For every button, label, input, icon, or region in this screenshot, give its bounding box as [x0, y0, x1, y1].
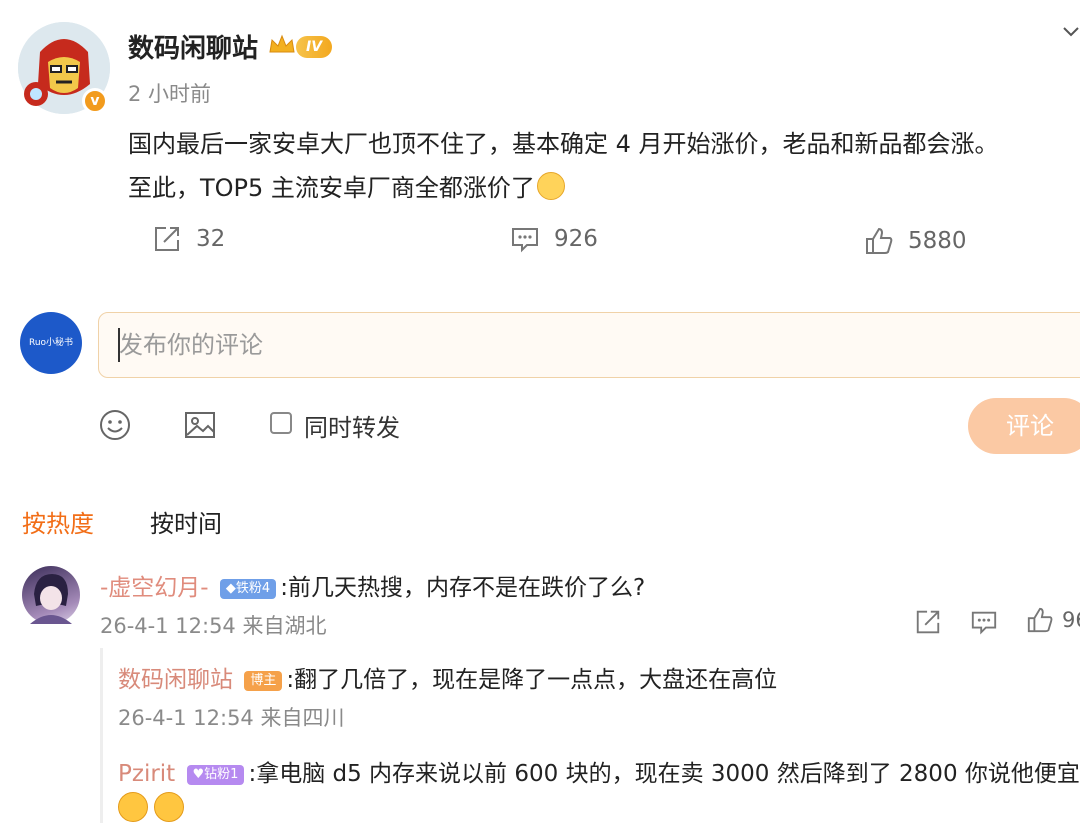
user-level-badge: IV: [296, 36, 333, 58]
reply-author-name[interactable]: Pzirit: [118, 761, 175, 787]
comment-like-action[interactable]: 96: [1026, 606, 1080, 634]
post-text-line-1: 国内最后一家安卓大厂也顶不住了，基本确定 4 月开始涨价，老品和新品都会涨。: [128, 130, 999, 158]
author-name[interactable]: 数码闲聊站: [128, 28, 258, 65]
reply-item: Pzirit ♥钻粉1:拿电脑 d5 内存来说以前 600 块的，现在卖 300…: [118, 754, 1080, 788]
comment-thumbs-up-icon: [1027, 607, 1053, 633]
emoji-icon[interactable]: [98, 408, 132, 442]
comment-meta: 26-4-1 12:54 来自湖北: [100, 614, 327, 638]
tab-sort-time[interactable]: 按时间: [150, 504, 222, 539]
post-text-line-2: 至此，TOP5 主流安卓厂商全都涨价了: [128, 166, 1078, 210]
reply-meta: 26-4-1 12:54 来自四川: [118, 706, 345, 730]
image-icon[interactable]: [183, 408, 217, 442]
repost-action[interactable]: 32: [152, 224, 225, 254]
chevron-down-icon[interactable]: [1062, 26, 1080, 38]
iron-fan-badge: ◆铁粉4: [219, 579, 277, 599]
reply-author-name[interactable]: 数码闲聊站: [118, 667, 233, 693]
comment-count: 926: [554, 226, 598, 252]
cry-emoji-icon: [536, 172, 565, 200]
chick-emoji-icon: [154, 792, 184, 822]
comment-reply-icon[interactable]: [970, 608, 998, 636]
verified-badge: v: [82, 88, 108, 114]
text-caret: [118, 328, 120, 362]
commenter-name[interactable]: -虚空幻月-: [100, 575, 209, 601]
reply-emojis: [118, 792, 190, 826]
anime-avatar-icon: [30, 574, 72, 624]
chick-emoji-icon: [118, 792, 148, 822]
comment-like-count: 96: [1062, 608, 1080, 632]
share-icon: [155, 227, 179, 251]
post-text-line-2-content: 至此，TOP5 主流安卓厂商全都涨价了: [128, 174, 535, 202]
repost-count: 32: [196, 226, 226, 252]
post-time: 2 小时前: [128, 82, 212, 106]
comment-item: -虚空幻月- ◆铁粉4:前几天热搜，内存不是在跌价了么?: [100, 568, 645, 602]
thumbs-up-icon: [866, 227, 893, 254]
crown-icon: [269, 34, 295, 53]
comment-action[interactable]: 926: [510, 224, 598, 254]
comment-box[interactable]: [98, 312, 1080, 378]
post-body: 国内最后一家安卓大厂也顶不住了，基本确定 4 月开始涨价，老品和新品都会涨。 至…: [128, 122, 1078, 210]
repost-checkbox-label[interactable]: 同时转发: [304, 408, 400, 443]
comment-share-icon[interactable]: [914, 608, 942, 636]
comment-text: :前几天热搜，内存不是在跌价了么?: [280, 575, 646, 601]
commenter-avatar[interactable]: [22, 566, 80, 624]
reply-text: :翻了几倍了，现在是降了一点点，大盘还在高位: [286, 667, 778, 693]
repost-checkbox[interactable]: [270, 412, 292, 434]
diamond-fan-badge: ♥钻粉1: [186, 765, 245, 785]
tab-sort-hot[interactable]: 按热度: [22, 504, 94, 539]
reply-item: 数码闲聊站 博主:翻了几倍了，现在是降了一点点，大盘还在高位: [118, 660, 777, 694]
comment-input[interactable]: [99, 313, 1080, 377]
like-count: 5880: [908, 228, 967, 254]
submit-comment-button[interactable]: 评论: [968, 398, 1080, 454]
reply-text: :拿电脑 d5 内存来说以前 600 块的，现在卖 3000 然后降到了 280…: [248, 761, 1080, 787]
like-action[interactable]: 5880: [864, 226, 967, 256]
my-avatar[interactable]: Ruo小秘书: [20, 312, 82, 374]
blogger-badge: 博主: [244, 671, 283, 691]
comment-icon: [512, 228, 538, 253]
